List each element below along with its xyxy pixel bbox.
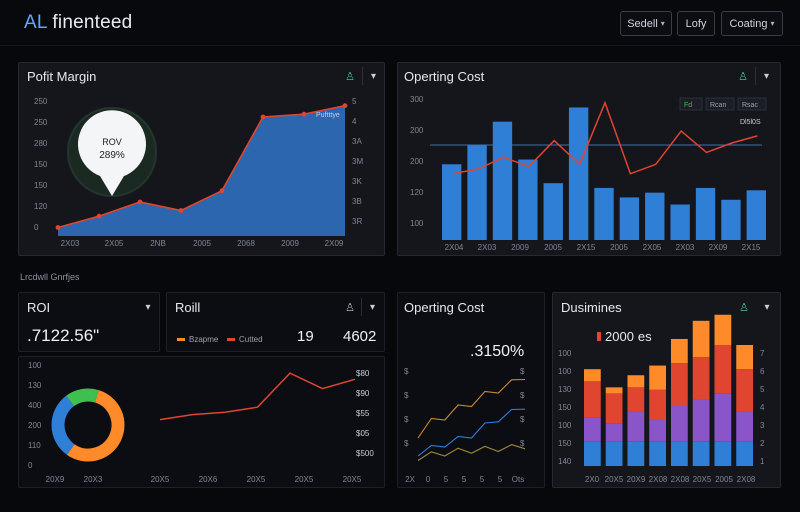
bar-segment [714, 345, 732, 394]
bar-segment [605, 387, 623, 394]
bar-segment [692, 320, 710, 358]
y-tick-left: 100 [558, 349, 572, 358]
bar-segment [671, 441, 688, 466]
bar-segment [671, 405, 688, 442]
bar-segment [649, 441, 666, 466]
bar-segment [649, 389, 666, 421]
bar-segment [649, 420, 666, 442]
y-tick-left: 150 [558, 439, 572, 448]
bar-segment [627, 387, 645, 412]
bar-segment [605, 393, 623, 424]
y-tick-left: 100 [558, 421, 572, 430]
x-tick: 2X08 [671, 475, 690, 484]
y-tick-left: 130 [558, 385, 572, 394]
x-tick: 20X9 [627, 475, 646, 484]
bar-segment [627, 375, 645, 388]
x-tick: 2X0 [585, 475, 600, 484]
bar-segment [605, 423, 623, 442]
y-tick-right: 6 [760, 367, 765, 376]
y-tick-right: 1 [760, 457, 765, 466]
bar-segment [736, 369, 753, 412]
bar-segment [714, 314, 732, 345]
bar-segment [671, 338, 688, 364]
bar-segment [714, 441, 732, 466]
y-tick-left: 140 [558, 457, 572, 466]
y-tick-right: 5 [760, 385, 765, 394]
y-tick-right: 7 [760, 349, 765, 358]
bar-segment [605, 441, 623, 466]
bar-segment [692, 441, 710, 466]
bar-segment [584, 441, 601, 466]
bar-segment [584, 369, 601, 382]
bar-segment [692, 399, 710, 442]
bar-segment [584, 381, 601, 418]
bar-segment [692, 357, 710, 400]
bar-segment [671, 363, 688, 406]
bar-segment [649, 365, 666, 390]
bar-segment [627, 441, 645, 466]
x-tick: 20X5 [605, 475, 624, 484]
y-tick-left: 100 [558, 367, 572, 376]
bar-segment [736, 345, 753, 370]
bar-segment [736, 411, 753, 442]
x-tick: 20X5 [693, 475, 712, 484]
x-tick: 2X08 [737, 475, 756, 484]
x-tick: 2005 [715, 475, 733, 484]
bar-segment [584, 417, 601, 442]
y-tick-right: 3 [760, 421, 765, 430]
business-stacked-bar-chart: 10010013015010015014076543212X0 20X5 20X9 2… [558, 314, 765, 484]
y-tick-left: 150 [558, 403, 572, 412]
x-tick: 2X08 [649, 475, 668, 484]
y-tick-right: 2 [760, 439, 765, 448]
y-tick-right: 4 [760, 403, 765, 412]
bar-segment [714, 393, 732, 442]
bar-segment [736, 441, 753, 466]
bar-segment [627, 411, 645, 442]
